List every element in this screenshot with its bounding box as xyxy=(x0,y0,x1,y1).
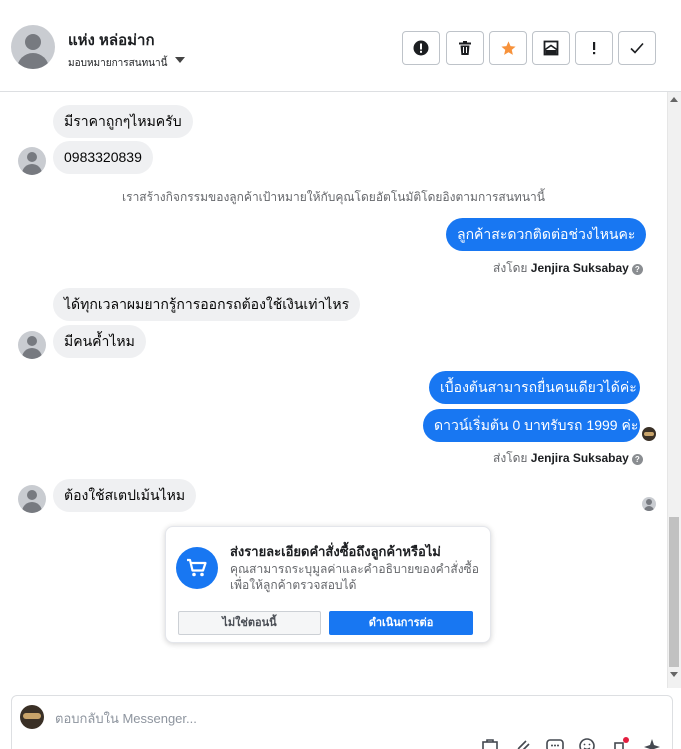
customer-avatar xyxy=(18,147,46,175)
mark-unread-button[interactable] xyxy=(532,31,570,65)
scrollbar-thumb[interactable] xyxy=(669,517,679,667)
page-avatar xyxy=(20,705,44,729)
message-bubble-incoming[interactable]: มีราคาถูกๆไหมครับ xyxy=(53,105,193,138)
help-icon[interactable]: ? xyxy=(631,454,643,465)
sent-by-name[interactable]: Jenjira Suksabay xyxy=(531,261,629,275)
card-description: คุณสามารถระบุมูลค่าและคำอธิบายของคำสั่งซ… xyxy=(230,562,479,592)
message-bubble-incoming[interactable]: 0983320839 xyxy=(53,141,153,174)
mark-done-button[interactable] xyxy=(618,31,656,65)
customer-avatar xyxy=(18,485,46,513)
attachment-icon[interactable] xyxy=(513,737,533,749)
send-order-details-card: ส่งรายละเอียดคำสั่งซื้อถึงลูกค้าหรือไม่ … xyxy=(165,526,491,643)
scroll-up-arrow-icon[interactable] xyxy=(670,97,678,102)
help-icon[interactable]: ? xyxy=(631,264,643,275)
done-check-icon xyxy=(630,42,644,54)
spam-icon xyxy=(413,40,429,56)
bag-icon[interactable] xyxy=(480,737,500,749)
mark-unread-icon xyxy=(543,40,559,56)
emoji-icon[interactable] xyxy=(577,737,597,749)
appointment-icon[interactable] xyxy=(610,737,630,749)
system-note: เราสร้างกิจกรรมของลูกค้าเป้าหมายให้กับคุ… xyxy=(122,190,545,204)
sent-by-prefix: ส่งโดย xyxy=(493,261,528,275)
trash-icon xyxy=(459,41,471,55)
customer-avatar xyxy=(18,331,46,359)
message-bubble-incoming[interactable]: ต้องใช้สเตปเม้นไหม xyxy=(53,479,197,512)
reply-input[interactable] xyxy=(55,709,615,727)
saved-reply-icon[interactable] xyxy=(545,737,565,749)
sent-by-prefix: ส่งโดย xyxy=(493,451,528,465)
message-bubble-incoming[interactable]: มีคนค้ำไหม xyxy=(53,325,146,358)
message-bubble-outgoing[interactable]: ลูกค้าสะดวกติดต่อช่วงไหนคะ xyxy=(446,218,647,251)
page-read-receipt-avatar xyxy=(642,427,656,441)
message-bubble-incoming[interactable]: ได้ทุกเวลาผมยากรู้การออกรถต้องใช้เงินเท่… xyxy=(53,288,361,321)
not-now-button[interactable]: ไม่ใช่ตอนนี้ xyxy=(178,611,321,635)
continue-button[interactable]: ดำเนินการต่อ xyxy=(329,611,473,635)
contact-name[interactable]: แห่ง หล่อม่าก xyxy=(68,28,155,52)
customer-read-receipt-avatar xyxy=(642,497,656,511)
sparkle-icon[interactable] xyxy=(642,737,662,749)
card-title: ส่งรายละเอียดคำสั่งซื้อถึงลูกค้าหรือไม่ xyxy=(230,544,441,559)
scroll-down-arrow-icon[interactable] xyxy=(670,672,678,677)
caret-down-icon[interactable] xyxy=(175,57,185,63)
follow-up-button[interactable] xyxy=(575,31,613,65)
message-bubble-outgoing[interactable]: เบื้องต้นสามารถยื่นคนเดียวได้ค่ะ xyxy=(429,371,640,404)
delete-button[interactable] xyxy=(446,31,484,65)
mark-spam-button[interactable] xyxy=(402,31,440,65)
sent-by-name[interactable]: Jenjira Suksabay xyxy=(531,451,629,465)
message-bubble-outgoing[interactable]: ดาวน์เริ่มต้น 0 บาทรับรถ 1999 ค่ะ xyxy=(423,409,640,442)
conversation-header: แห่ง หล่อม่าก มอบหมายการสนทนานี้ xyxy=(0,0,681,92)
sent-by-label: ส่งโดย Jenjira Suksabay? xyxy=(493,259,643,278)
follow-up-icon xyxy=(593,42,596,55)
sent-by-label: ส่งโดย Jenjira Suksabay? xyxy=(493,449,643,468)
shopping-cart-icon xyxy=(176,547,218,589)
star-icon xyxy=(500,40,516,55)
contact-avatar[interactable] xyxy=(11,25,55,69)
assign-conversation-label[interactable]: มอบหมายการสนทนานี้ xyxy=(68,56,167,71)
star-button[interactable] xyxy=(489,31,527,65)
